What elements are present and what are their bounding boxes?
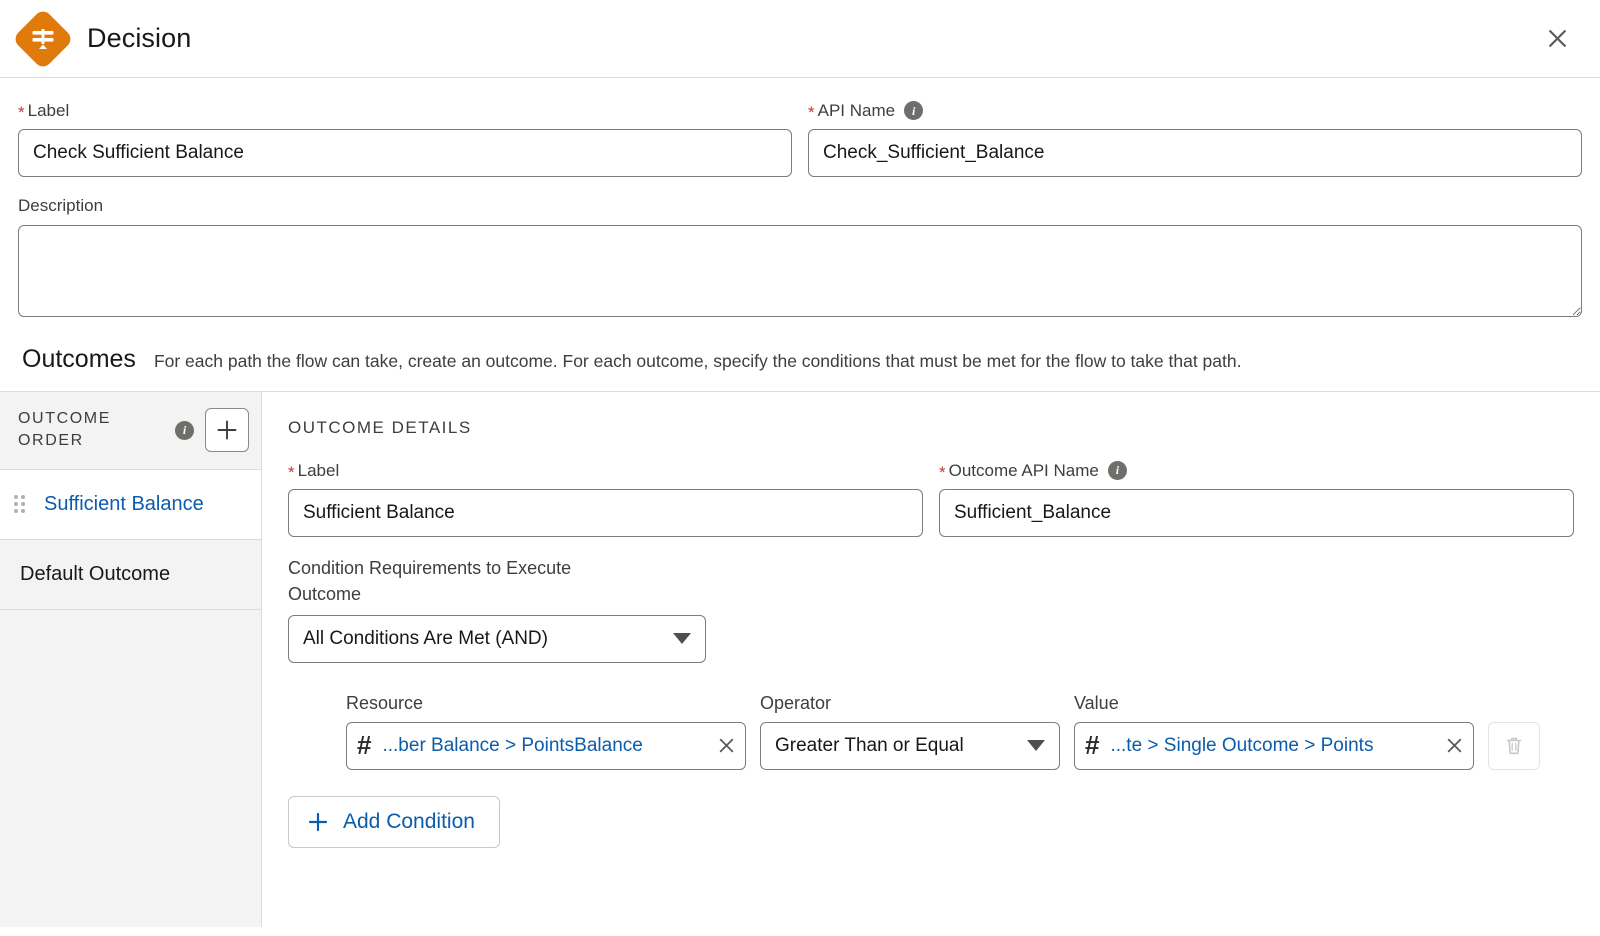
operator-label: Operator	[760, 692, 832, 713]
plus-icon	[217, 420, 237, 440]
condition-requirements-select-wrap: All Conditions Are Met (AND)	[288, 614, 706, 663]
label-input[interactable]	[18, 129, 792, 178]
hash-number-icon: #	[357, 729, 372, 760]
value-value: ...te > Single Outcome > Points	[1110, 734, 1374, 756]
outcome-order-sidebar: OUTCOME ORDER i Sufficient Balance Defau…	[0, 391, 262, 927]
outcomes-title: Outcomes	[22, 344, 136, 373]
outcome-api-name-field-label: * Outcome API Name i	[939, 460, 1574, 481]
outcome-order-title: OUTCOME ORDER	[18, 410, 111, 449]
required-asterisk: *	[18, 103, 25, 123]
plus-icon	[308, 812, 328, 832]
outcome-label-field-label: * Label	[288, 460, 923, 481]
outcome-details-heading: OUTCOME DETAILS	[288, 417, 472, 437]
info-icon[interactable]: i	[175, 420, 194, 440]
condition-requirements-selected-value: All Conditions Are Met (AND)	[303, 627, 548, 649]
resource-label: Resource	[346, 692, 424, 713]
value-clear-icon[interactable]	[1443, 735, 1465, 757]
condition-requirements-label: Condition Requirements to Execute Outcom…	[288, 557, 572, 604]
close-glyph	[1548, 30, 1566, 47]
sidebar-item-label: Default Outcome	[20, 563, 171, 585]
chevron-down-icon	[1027, 740, 1045, 752]
outcome-label-field-group: * Label	[288, 460, 923, 537]
required-asterisk: *	[808, 103, 815, 123]
add-outcome-button[interactable]	[205, 408, 249, 452]
add-condition-label: Add Condition	[343, 809, 475, 833]
api-name-field-group: * API Name i	[808, 100, 1582, 178]
value-input[interactable]: # ...te > Single Outcome > Points	[1074, 721, 1474, 770]
close-icon[interactable]	[1540, 22, 1574, 56]
decision-diamond-icon	[11, 7, 75, 70]
add-condition-button[interactable]: Add Condition	[288, 795, 500, 848]
trash-icon	[1506, 737, 1522, 755]
top-fields-row: * Label * API Name i	[0, 78, 1600, 178]
chevron-down-icon	[673, 633, 691, 645]
sidebar-item-default-outcome[interactable]: Default Outcome	[0, 539, 261, 610]
label-text: Label	[27, 101, 70, 120]
api-name-text: API Name	[817, 101, 896, 120]
resource-clear-icon[interactable]	[715, 735, 737, 757]
description-field-label: Description	[18, 195, 1582, 216]
operator-field-group: Operator Greater Than or Equal	[760, 693, 1060, 770]
description-field-group: Description	[0, 177, 1600, 321]
signpost-glyph	[32, 28, 54, 49]
outcome-order-header: OUTCOME ORDER i	[0, 391, 261, 470]
label-text: Label	[297, 460, 340, 480]
api-name-text: Outcome API Name	[948, 460, 1099, 480]
info-icon[interactable]: i	[1107, 460, 1127, 480]
delete-condition-button[interactable]	[1488, 721, 1540, 770]
api-name-field-label: * API Name i	[808, 100, 1582, 121]
label-field-label: * Label	[18, 100, 792, 121]
outcome-details-pane: OUTCOME DETAILS * Label * Outcome API Na…	[262, 391, 1600, 927]
api-name-input[interactable]	[808, 129, 1582, 178]
value-field-group: Value # ...te > Single Outcome > Points	[1074, 693, 1474, 770]
label-field-group: * Label	[18, 100, 792, 178]
outcome-details-fields-row: * Label * Outcome API Name i	[288, 460, 1574, 537]
resource-value: ...ber Balance > PointsBalance	[382, 734, 643, 756]
condition-requirements-select[interactable]: All Conditions Are Met (AND)	[288, 614, 706, 663]
resource-field-group: Resource # ...ber Balance > PointsBalanc…	[346, 693, 746, 770]
description-text: Description	[18, 196, 104, 216]
value-label: Value	[1074, 692, 1119, 713]
page-title: Decision	[87, 23, 192, 53]
modal-header: Decision	[0, 0, 1600, 78]
condition-row: Resource # ...ber Balance > PointsBalanc…	[288, 693, 1574, 770]
close-glyph	[1447, 739, 1461, 753]
outcome-label-input[interactable]	[288, 488, 923, 537]
outcomes-section-header: Outcomes For each path the flow can take…	[0, 322, 1600, 391]
operator-selected-value: Greater Than or Equal	[775, 734, 964, 756]
sidebar-item-label: Sufficient Balance	[44, 493, 204, 515]
hash-number-icon: #	[1085, 729, 1100, 760]
sidebar-item-sufficient-balance[interactable]: Sufficient Balance	[0, 469, 261, 540]
required-asterisk: *	[288, 462, 295, 482]
outcome-api-name-input[interactable]	[939, 488, 1574, 537]
operator-select[interactable]: Greater Than or Equal	[760, 721, 1060, 770]
required-asterisk: *	[939, 462, 946, 482]
close-glyph	[719, 739, 733, 753]
outcomes-subtitle: For each path the flow can take, create …	[153, 350, 1242, 371]
outcomes-split-pane: OUTCOME ORDER i Sufficient Balance Defau…	[0, 390, 1600, 927]
drag-handle-icon[interactable]	[14, 494, 30, 514]
modal-body: * Label * API Name i Description Outcome…	[0, 78, 1600, 927]
sidebar-empty-space	[0, 609, 261, 927]
resource-input[interactable]: # ...ber Balance > PointsBalance	[346, 721, 746, 770]
outcome-api-name-field-group: * Outcome API Name i	[939, 460, 1574, 537]
description-textarea[interactable]	[18, 224, 1582, 317]
info-icon[interactable]: i	[904, 101, 924, 121]
